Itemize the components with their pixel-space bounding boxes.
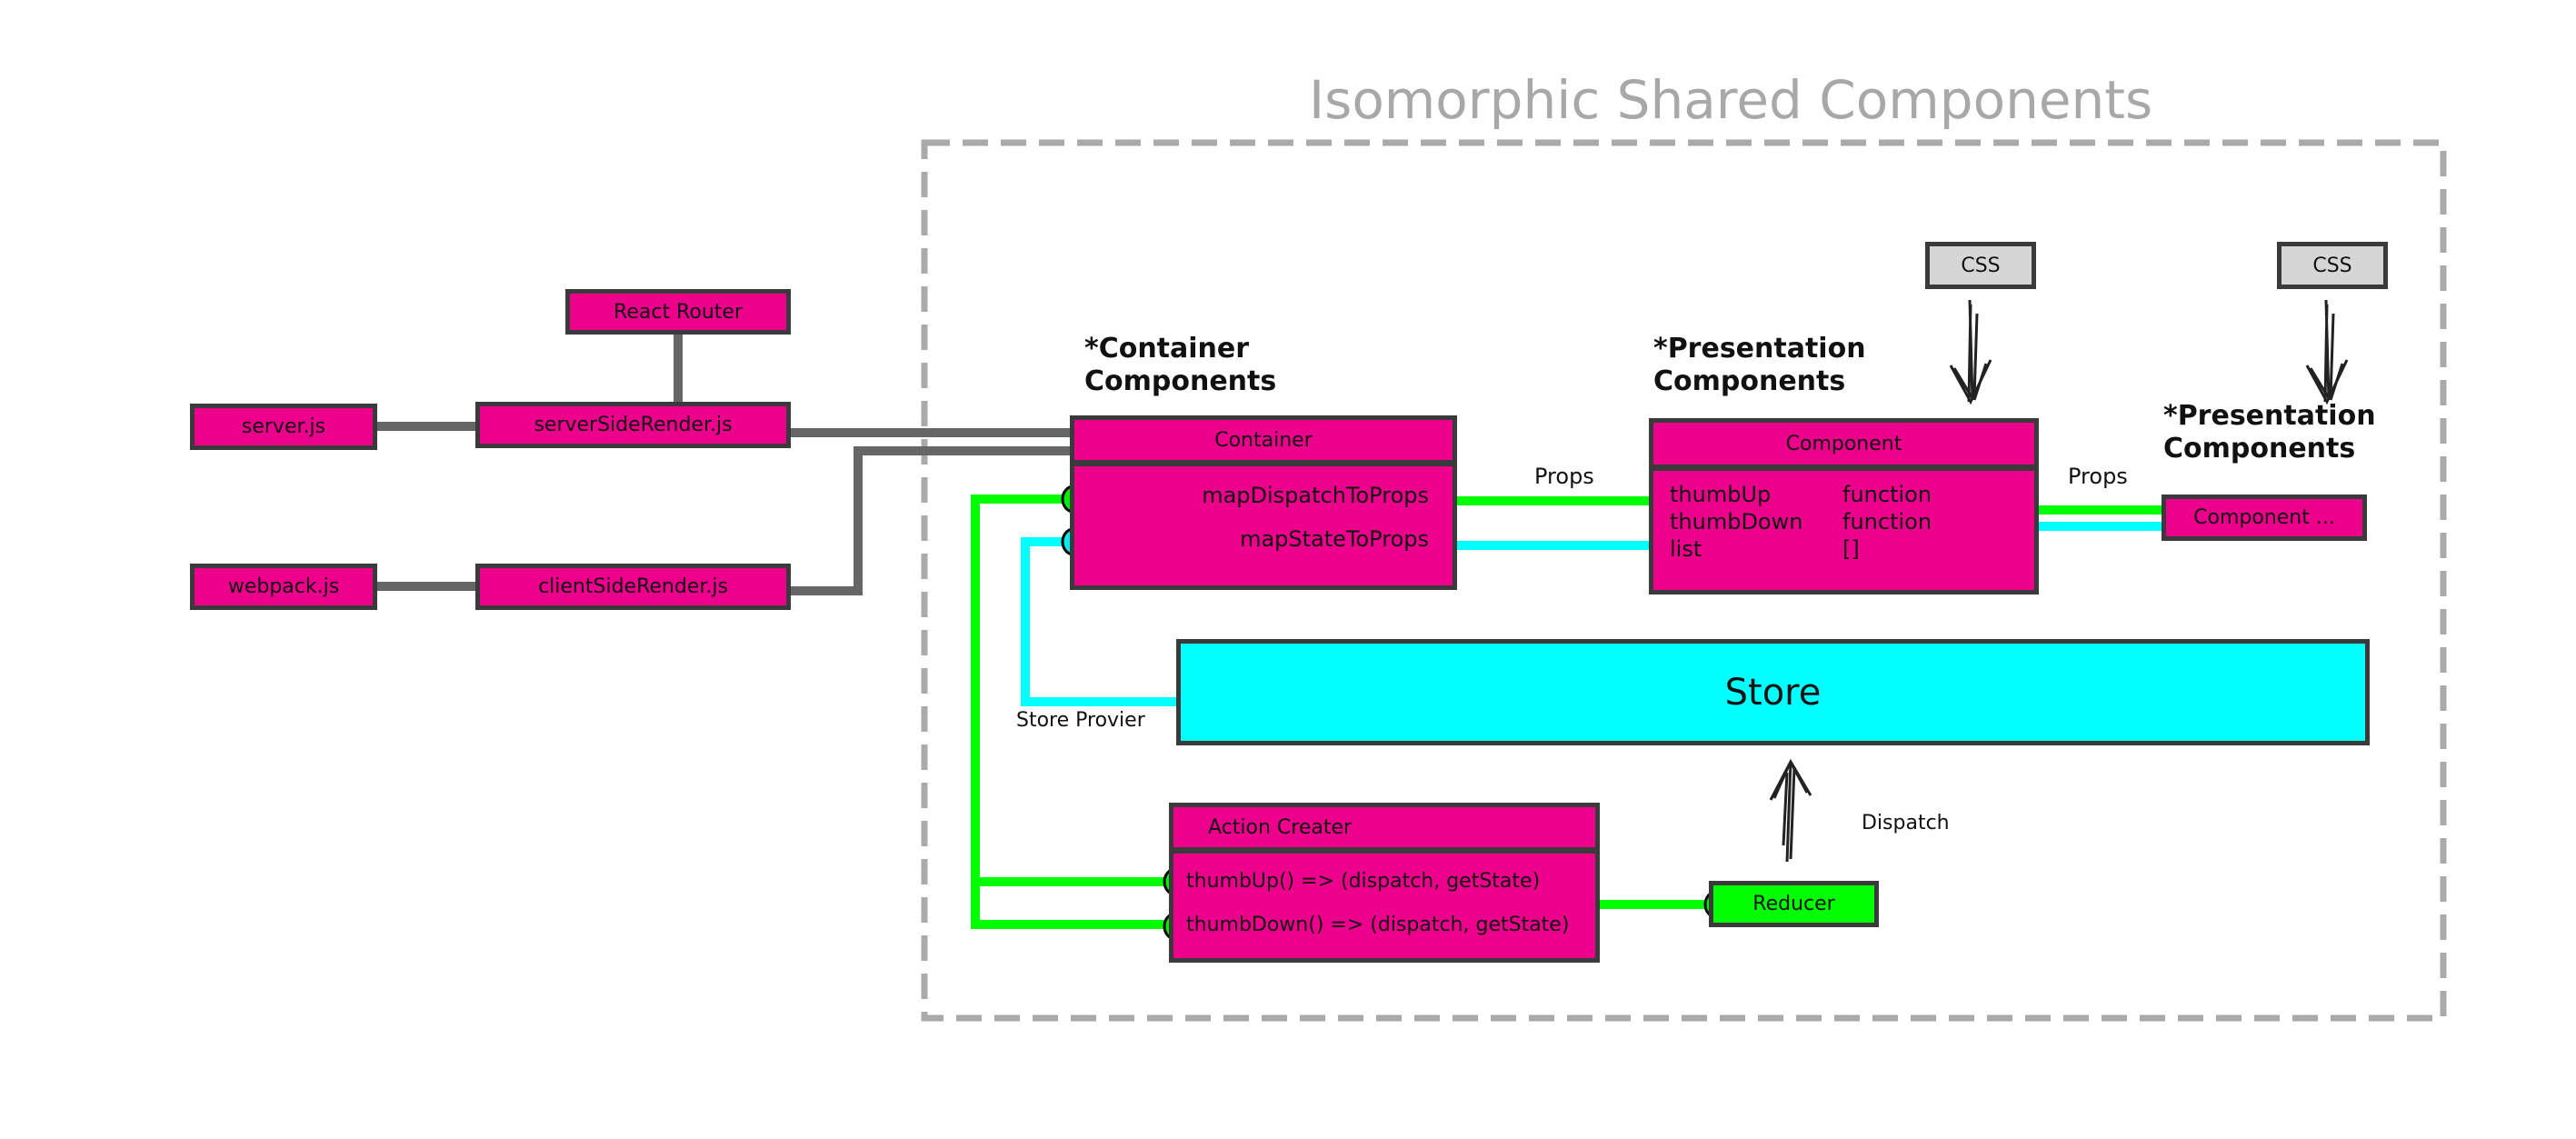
container-row-map-state: mapStateToProps: [1240, 526, 1429, 552]
container-body: mapDispatchToProps mapStateToProps: [1074, 466, 1453, 584]
client-side-render-node[interactable]: clientSideRender.js: [475, 564, 791, 610]
wire-csr-to-container: [789, 446, 1073, 595]
container-box[interactable]: Container mapDispatchToProps mapStateToP…: [1070, 415, 1457, 590]
dispatch-arrow-up-icon: [1769, 758, 1812, 863]
container-row-map-dispatch: mapDispatchToProps: [1202, 483, 1429, 508]
prop-type: []: [1842, 536, 1860, 562]
group-title: Isomorphic Shared Components: [1309, 69, 2153, 131]
presentation-components-label: *Presentation Components: [1653, 333, 1866, 398]
component-more-node[interactable]: Component ...: [2162, 495, 2367, 541]
css-node-2[interactable]: CSS: [2277, 242, 2388, 289]
react-router-node[interactable]: React Router: [565, 289, 791, 335]
presentation-components-label-line2: Components: [1653, 365, 1846, 397]
server-js-node[interactable]: server.js: [190, 404, 377, 450]
presentation-components-2-label-line2: Components: [2163, 433, 2356, 465]
props-label-1: Props: [1534, 464, 1594, 489]
dispatch-label: Dispatch: [1862, 812, 1950, 834]
prop-name: thumbUp: [1670, 482, 1772, 507]
prop-type: function: [1842, 482, 1932, 507]
store-provider-label: Store Provier: [1016, 709, 1145, 732]
action-creator-box[interactable]: Action Creater thumbUp() => (dispatch, g…: [1169, 803, 1600, 963]
action-creator-title: Action Creater: [1173, 807, 1595, 854]
component-props-table: thumbUp function thumbDown function list…: [1653, 471, 2034, 589]
component-box[interactable]: Component thumbUp function thumbDown fun…: [1649, 418, 2039, 594]
presentation-components-2-label-line1: *Presentation: [2163, 400, 2376, 432]
css-arrow-down-icon: [1949, 299, 1992, 405]
reducer-node[interactable]: Reducer: [1709, 881, 1879, 927]
container-components-label-line2: Components: [1084, 365, 1277, 397]
action-row-thumbup: thumbUp() => (dispatch, getState): [1186, 870, 1541, 893]
prop-name: list: [1670, 536, 1702, 562]
action-creator-body: thumbUp() => (dispatch, getState) thumbD…: [1173, 854, 1595, 958]
css-node-1[interactable]: CSS: [1925, 242, 2036, 289]
props-label-2: Props: [2068, 464, 2128, 489]
prop-name: thumbDown: [1670, 509, 1803, 535]
container-title: Container: [1074, 420, 1453, 466]
server-side-render-node[interactable]: serverSideRender.js: [475, 402, 791, 448]
action-row-thumbdown: thumbDown() => (dispatch, getState): [1186, 914, 1570, 936]
webpack-js-node[interactable]: webpack.js: [190, 564, 377, 610]
prop-type: function: [1842, 509, 1932, 535]
css-arrow-down-2-icon: [2305, 299, 2349, 405]
store-node[interactable]: Store: [1176, 639, 2370, 745]
presentation-components-label-line1: *Presentation: [1653, 333, 1866, 365]
container-components-label-line1: *Container: [1084, 333, 1250, 365]
component-title: Component: [1653, 423, 2034, 471]
presentation-components-2-label: *Presentation Components: [2163, 400, 2376, 465]
container-components-label: *Container Components: [1084, 333, 1276, 398]
